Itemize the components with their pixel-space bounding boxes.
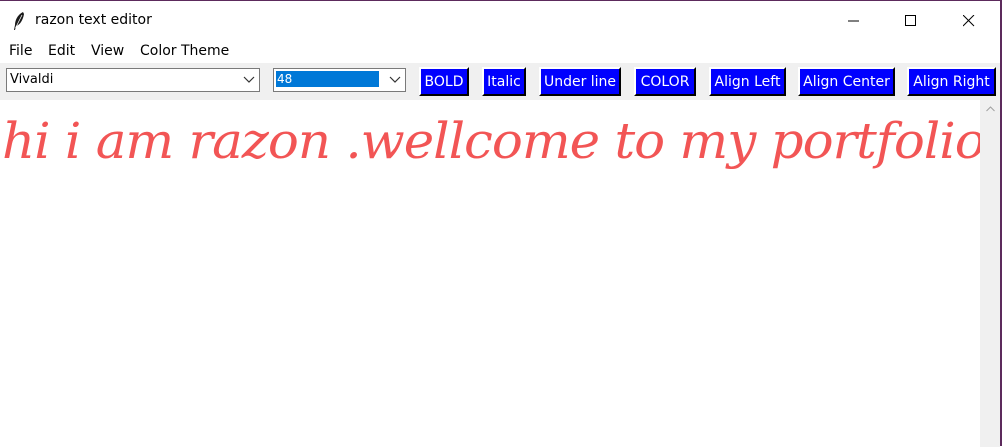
italic-button[interactable]: Italic bbox=[482, 67, 526, 96]
chevron-down-icon bbox=[243, 76, 255, 83]
color-button[interactable]: COLOR bbox=[634, 67, 696, 96]
close-icon bbox=[963, 15, 975, 27]
maximize-icon bbox=[905, 15, 916, 26]
vertical-scrollbar[interactable] bbox=[980, 100, 1000, 447]
align-center-button[interactable]: Align Center bbox=[798, 67, 895, 96]
chevron-up-icon bbox=[985, 105, 995, 111]
align-right-button[interactable]: Align Right bbox=[907, 67, 996, 96]
title-bar[interactable]: razon text editor bbox=[0, 2, 1000, 40]
text-area[interactable]: hi i am razon .wellcome to my portfolio bbox=[0, 100, 980, 447]
align-left-button[interactable]: Align Left bbox=[709, 67, 786, 96]
minimize-icon bbox=[848, 20, 859, 22]
editor-content: hi i am razon .wellcome to my portfolio bbox=[2, 112, 980, 170]
font-family-value: Vivaldi bbox=[10, 72, 54, 87]
maximize-button[interactable] bbox=[888, 2, 934, 40]
chevron-down-icon bbox=[389, 76, 401, 83]
menu-view[interactable]: View bbox=[91, 43, 124, 59]
underline-button[interactable]: Under line bbox=[539, 67, 621, 96]
menu-edit[interactable]: Edit bbox=[48, 43, 75, 59]
font-family-select[interactable]: Vivaldi bbox=[6, 68, 260, 92]
minimize-button[interactable] bbox=[831, 2, 877, 40]
font-size-select[interactable]: 48 bbox=[273, 68, 406, 92]
bold-button[interactable]: BOLD bbox=[419, 67, 469, 96]
toolbar: Vivaldi 48 BOLD Italic Under line COLOR … bbox=[0, 63, 1000, 100]
menu-file[interactable]: File bbox=[9, 43, 32, 59]
font-size-value: 48 bbox=[275, 70, 380, 88]
scroll-up-button[interactable] bbox=[980, 100, 1000, 117]
window-title: razon text editor bbox=[35, 12, 152, 28]
close-button[interactable] bbox=[946, 2, 992, 40]
feather-icon bbox=[14, 12, 24, 30]
editor-window: razon text editor File Edit View Color T… bbox=[0, 0, 1002, 447]
menu-color-theme[interactable]: Color Theme bbox=[140, 43, 229, 59]
menu-bar: File Edit View Color Theme bbox=[0, 40, 1000, 63]
